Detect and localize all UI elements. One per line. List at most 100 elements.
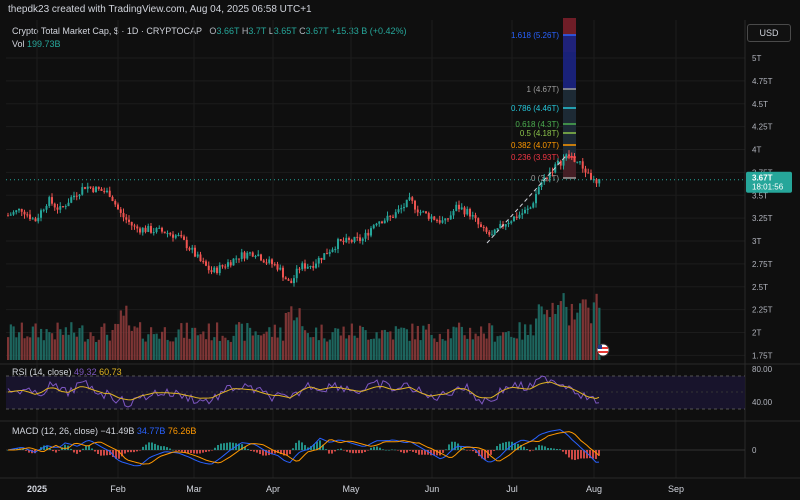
candle-body — [75, 195, 78, 197]
candle-body — [383, 220, 386, 224]
macd-histogram-bar — [160, 446, 162, 450]
rsi-tick-label: 80.00 — [752, 365, 773, 374]
macd-histogram-bar — [205, 450, 207, 452]
volume-bar — [502, 332, 505, 360]
candle-body — [317, 257, 320, 264]
volume-bar — [301, 326, 304, 360]
candle-body — [48, 197, 51, 206]
candle-body — [64, 206, 67, 208]
price-axis[interactable]: 5T4.75T4.5T4.25T4T3.75T3.5T3.25T3T2.75T2… — [746, 54, 792, 360]
volume-bar — [394, 326, 397, 360]
rsi-title: RSI (14, close) — [12, 367, 72, 377]
macd-histogram-bar — [523, 446, 525, 450]
candle-body — [573, 157, 576, 162]
candle-body — [535, 194, 537, 204]
candle-body — [381, 221, 383, 224]
macd-histogram-bar — [289, 450, 291, 455]
macd-histogram-bar — [343, 450, 345, 451]
candle-body — [540, 182, 543, 188]
candle-body — [507, 222, 510, 225]
candle-body — [411, 197, 414, 201]
time-axis[interactable]: 2025 Feb Mar Apr May Jun Jul Aug Sep — [0, 477, 800, 494]
candle-body — [370, 228, 372, 236]
candle-body — [20, 208, 23, 212]
candle-body — [328, 252, 331, 254]
chart-canvas[interactable]: 1.618 (5.26T) 1 (4.67T) 0.786 (4.46T) 0.618… — [0, 0, 800, 500]
macd-histogram-bar — [58, 450, 60, 451]
volume-bar — [312, 337, 315, 360]
volume-bar — [361, 326, 364, 360]
macd-histogram-bar — [577, 450, 579, 460]
volume-bar — [169, 341, 172, 360]
macd-histogram-bar — [445, 449, 447, 450]
macd-histogram-bar — [259, 450, 261, 455]
volume-bar — [543, 314, 546, 360]
volume-bar — [521, 339, 524, 360]
macd-histogram-bar — [418, 450, 420, 455]
volume-bar — [34, 323, 37, 360]
macd-histogram-bar — [541, 445, 543, 450]
candle-body — [92, 187, 95, 193]
volume-bar — [64, 327, 67, 360]
macd-histogram-bar — [76, 450, 78, 454]
volume-bar — [375, 332, 378, 360]
volume-bar — [524, 324, 527, 360]
us-flag-icon[interactable] — [596, 343, 610, 357]
macd-histogram-bar — [106, 450, 108, 456]
volume-bar — [180, 323, 183, 360]
volume-bar — [117, 324, 120, 360]
volume-bar — [386, 331, 389, 360]
volume-bar — [29, 337, 32, 360]
candle-body — [260, 254, 262, 261]
volume-bar — [92, 336, 95, 360]
candle-body — [276, 264, 279, 270]
candle-body — [447, 218, 449, 220]
volume-bar — [191, 327, 194, 360]
macd-histogram-bar — [502, 442, 504, 450]
macd-legend[interactable]: MACD (12, 26, close) −41.49B 34.77B 76.2… — [12, 426, 196, 436]
candle-body — [526, 208, 529, 210]
candle-body — [141, 227, 144, 233]
volume-bar — [359, 325, 362, 360]
candle-body — [254, 256, 257, 258]
candle-body — [86, 186, 89, 189]
candle-body — [515, 216, 518, 218]
macd-histogram-bar — [355, 450, 357, 454]
macd-histogram-bar — [193, 450, 195, 454]
macd-hist-value: −41.49B — [100, 426, 135, 436]
rsi-legend[interactable]: RSI (14, close) 49.32 60.73 — [12, 367, 122, 377]
macd-histogram-bar — [262, 450, 264, 456]
macd-histogram-bar — [463, 449, 465, 450]
candle-body — [394, 212, 397, 218]
volume-bar — [471, 339, 474, 360]
candle-body — [570, 156, 573, 158]
macd-histogram-bar — [340, 448, 342, 450]
volume-bar — [356, 337, 359, 360]
volume-bar — [326, 341, 329, 360]
rsi-value: 49.32 — [74, 367, 97, 377]
flag-stripe — [598, 351, 608, 353]
candle-body — [185, 239, 188, 249]
volume-bar — [207, 323, 210, 360]
macd-histogram-bar — [409, 450, 411, 451]
candle-body — [29, 214, 31, 220]
volume-bar — [172, 341, 175, 360]
volume-bar — [315, 327, 318, 360]
volume-bar — [75, 336, 78, 360]
trend-line[interactable] — [486, 156, 566, 244]
candle-body — [188, 248, 191, 250]
volume-bar — [31, 326, 34, 360]
candle-body — [70, 197, 73, 203]
candle-body — [207, 265, 210, 271]
candle-body — [147, 226, 150, 232]
macd-tick-label: 0 — [752, 446, 757, 455]
volume-bar — [499, 335, 502, 360]
macd-histogram-bar — [370, 447, 372, 450]
volume-bar — [53, 339, 56, 360]
macd-histogram-bar — [421, 450, 423, 455]
candle-body — [499, 224, 502, 229]
macd-histogram-bar — [580, 450, 582, 459]
candle-body — [81, 187, 84, 195]
macd-histogram-bar — [403, 450, 405, 454]
candle-body — [405, 199, 408, 208]
